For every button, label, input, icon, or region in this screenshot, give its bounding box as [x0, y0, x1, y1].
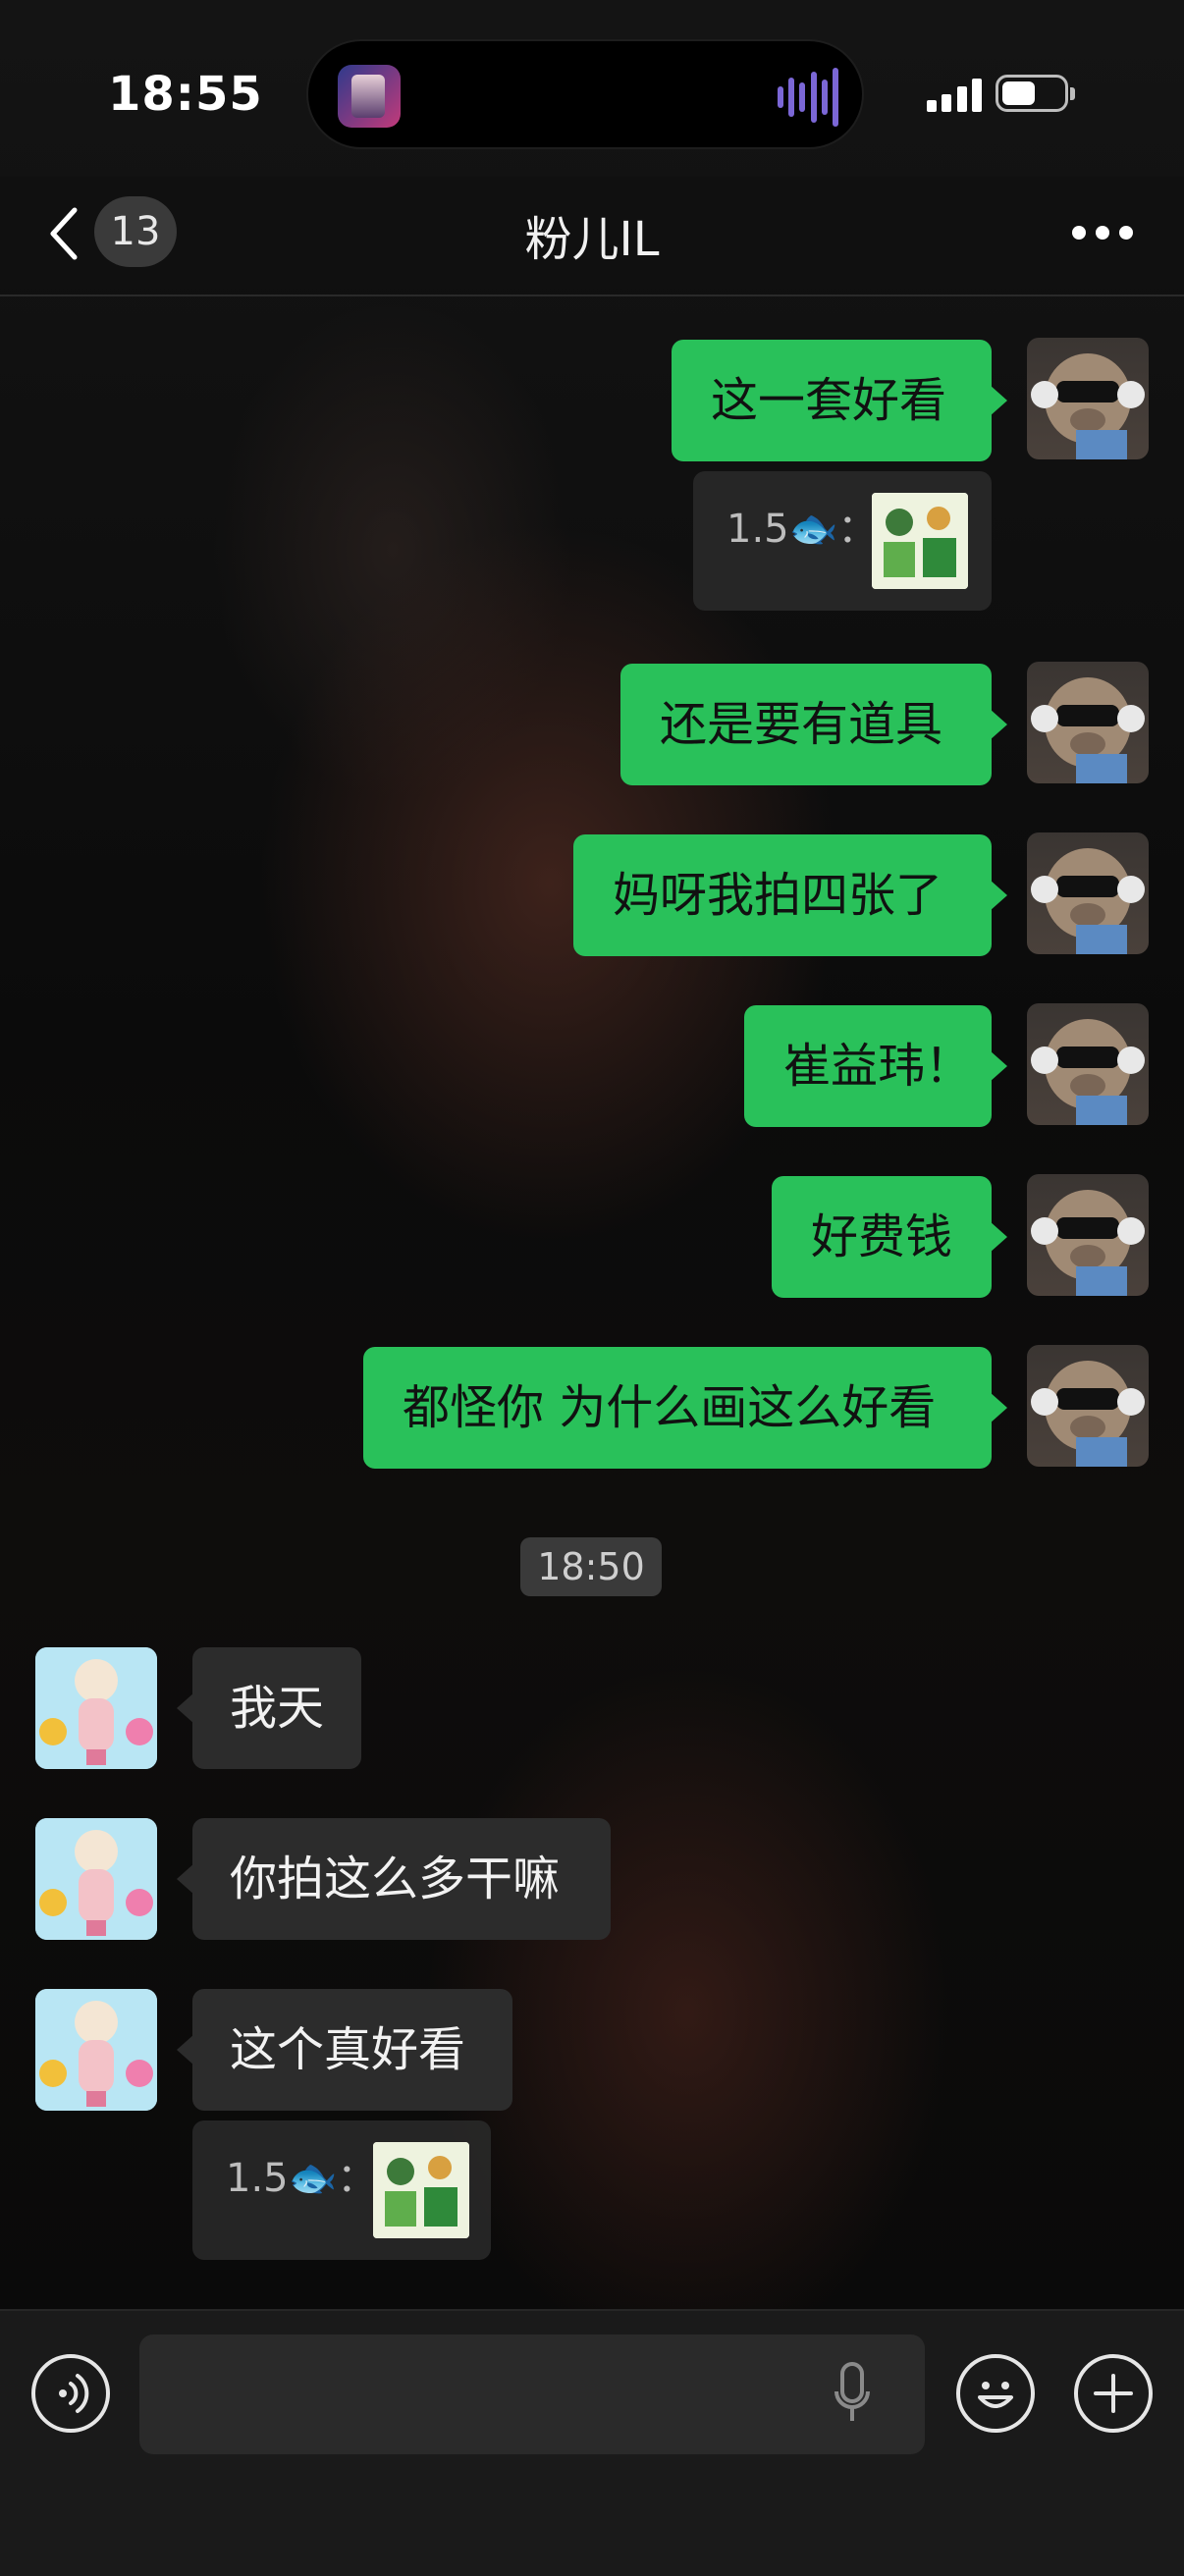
dog-avatar-icon: [1031, 848, 1145, 954]
microphone-icon[interactable]: [833, 2362, 872, 2427]
emoji-icon: [978, 2382, 1013, 2408]
my-avatar[interactable]: [1027, 1345, 1149, 1467]
quote-thumbnail[interactable]: [872, 493, 968, 589]
message-input[interactable]: [139, 2334, 925, 2454]
dynamic-island[interactable]: [306, 39, 864, 149]
cellular-signal-icon: [927, 77, 982, 112]
outgoing-bubble[interactable]: 还是要有道具: [620, 664, 1007, 785]
outgoing-bubble[interactable]: 妈呀我拍四张了: [573, 834, 1007, 956]
contact-avatar[interactable]: [35, 1989, 157, 2111]
battery-icon: [996, 75, 1075, 112]
status-time: 18:55: [108, 67, 263, 122]
quote-text: 1.5🐟：: [226, 2156, 377, 2201]
contact-avatar[interactable]: [35, 1647, 157, 1769]
chat-header: 13 粉儿IL: [0, 177, 1184, 296]
incoming-bubble[interactable]: 这个真好看: [177, 1989, 512, 2111]
my-avatar[interactable]: [1027, 1003, 1149, 1125]
quote-text: 1.5🐟：: [727, 507, 878, 552]
dog-avatar-icon: [1031, 353, 1145, 459]
audio-waveform-icon: [778, 67, 838, 128]
battery-fill: [1002, 81, 1035, 105]
illustration-thumbnail-icon: [373, 2142, 469, 2238]
incoming-bubble[interactable]: 我天: [177, 1647, 361, 1769]
chat-title: 粉儿IL: [524, 212, 660, 267]
doll-avatar-icon: [35, 1647, 157, 1769]
outgoing-bubble[interactable]: 这一套好看: [672, 340, 1007, 461]
incoming-bubble[interactable]: 你拍这么多干嘛: [177, 1818, 611, 1940]
now-playing-artwork[interactable]: [338, 65, 401, 128]
outgoing-bubble[interactable]: 好费钱: [772, 1176, 1007, 1298]
outgoing-bubble[interactable]: 崔益玮！: [744, 1005, 1007, 1127]
emoji-button[interactable]: [956, 2354, 1035, 2433]
more-options-icon[interactable]: [1072, 226, 1133, 242]
illustration-thumbnail-icon: [872, 493, 968, 589]
quote-thumbnail[interactable]: [373, 2142, 469, 2238]
doll-avatar-icon: [35, 1989, 157, 2111]
voice-mode-button[interactable]: [31, 2354, 110, 2433]
quoted-message[interactable]: 1.5🐟：: [693, 471, 992, 611]
message-timestamp: 18:50: [520, 1537, 662, 1596]
dog-avatar-icon: [1031, 1190, 1145, 1296]
my-avatar[interactable]: [1027, 338, 1149, 459]
plus-icon: [1094, 2374, 1133, 2413]
doll-avatar-icon: [35, 1818, 157, 1940]
status-bar: 18:55: [0, 0, 1184, 177]
plus-button[interactable]: [1074, 2354, 1153, 2433]
outgoing-bubble[interactable]: 都怪你 为什么画这么好看: [363, 1347, 1007, 1469]
voice-mode-icon: [59, 2374, 89, 2413]
my-avatar[interactable]: [1027, 662, 1149, 783]
dog-avatar-icon: [1031, 1361, 1145, 1467]
quoted-message[interactable]: 1.5🐟：: [192, 2120, 491, 2260]
message-input-bar: [0, 2309, 1184, 2576]
dog-avatar-icon: [1031, 1019, 1145, 1125]
my-avatar[interactable]: [1027, 832, 1149, 954]
my-avatar[interactable]: [1027, 1174, 1149, 1296]
dog-avatar-icon: [1031, 677, 1145, 783]
contact-avatar[interactable]: [35, 1818, 157, 1940]
